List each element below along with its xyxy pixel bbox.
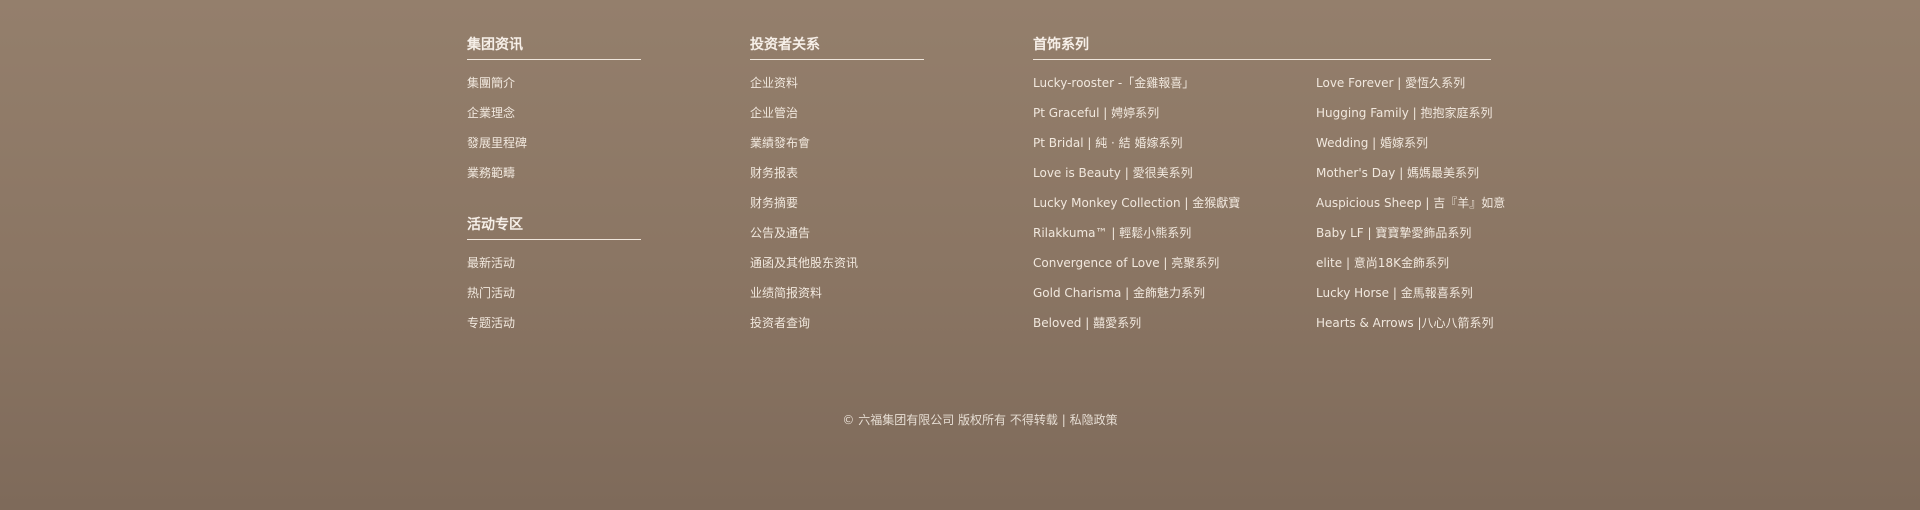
footer-link-milestones[interactable]: 發展里程碑 — [467, 136, 641, 166]
group-info-divider — [467, 59, 641, 60]
jewelry-series-column: 首饰系列 Lucky-rooster -「金雞報喜」 Pt Graceful |… — [1033, 36, 1505, 346]
footer-link-jewelry-series[interactable]: Wedding | 婚嫁系列 — [1316, 136, 1505, 166]
footer-link-jewelry-series[interactable]: Pt Graceful | 娉婷系列 — [1033, 106, 1316, 136]
footer-link-investor-enquiry[interactable]: 投资者查询 — [750, 316, 924, 346]
footer-link-jewelry-series[interactable]: Love is Beauty | 愛很美系列 — [1033, 166, 1316, 196]
footer-link-special-activities[interactable]: 专题活动 — [467, 316, 641, 346]
footer-link-jewelry-series[interactable]: Lucky-rooster -「金雞報喜」 — [1033, 76, 1316, 106]
footer-link-jewelry-series[interactable]: Baby LF | 寶寶摯愛飾品系列 — [1316, 226, 1505, 256]
footer-link-jewelry-series[interactable]: Pt Bridal | 純 · 結 婚嫁系列 — [1033, 136, 1316, 166]
footer-link-jewelry-series[interactable]: Hearts & Arrows |八心八箭系列 — [1316, 316, 1505, 346]
copyright-text: © 六福集团有限公司 版权所有 不得转载 — [842, 413, 1058, 427]
footer-link-jewelry-series[interactable]: Lucky Monkey Collection | 金猴獻寶 — [1033, 196, 1316, 226]
jewelry-series-links-right: Love Forever | 愛恆久系列 Hugging Family | 抱抱… — [1316, 76, 1505, 346]
footer-link-latest-activities[interactable]: 最新活动 — [467, 256, 641, 286]
privacy-policy-link[interactable]: 私隐政策 — [1070, 413, 1118, 427]
jewelry-series-links-left: Lucky-rooster -「金雞報喜」 Pt Graceful | 娉婷系列… — [1033, 76, 1316, 346]
footer-link-announcements[interactable]: 公告及通告 — [750, 226, 924, 256]
footer-link-jewelry-series[interactable]: Lucky Horse | 金馬報喜系列 — [1316, 286, 1505, 316]
footer-link-circulars[interactable]: 通函及其他股东资讯 — [750, 256, 924, 286]
footer-link-results-briefing[interactable]: 業績發布會 — [750, 136, 924, 166]
footer-link-corporate-info[interactable]: 企业资料 — [750, 76, 924, 106]
jewelry-series-title: 首饰系列 — [1033, 37, 1089, 53]
group-info-title: 集团资讯 — [467, 37, 523, 53]
footer-link-financial-statements[interactable]: 财务报表 — [750, 166, 924, 196]
footer-link-jewelry-series[interactable]: Beloved | 囍愛系列 — [1033, 316, 1316, 346]
footer-link-financial-summary[interactable]: 财务摘要 — [750, 196, 924, 226]
copyright-bar: © 六福集团有限公司 版权所有 不得转载 | 私隐政策 — [0, 411, 1920, 428]
activities-divider — [467, 239, 641, 240]
jewelry-series-lists: Lucky-rooster -「金雞報喜」 Pt Graceful | 娉婷系列… — [1033, 76, 1505, 346]
footer-link-jewelry-series[interactable]: Auspicious Sheep | 吉『羊』如意 — [1316, 196, 1505, 226]
footer-link-jewelry-series[interactable]: Gold Charisma | 金飾魅力系列 — [1033, 286, 1316, 316]
investor-relations-links: 企业资料 企业管治 業績發布會 财务报表 财务摘要 公告及通告 通函及其他股东资… — [750, 76, 924, 346]
footer-link-jewelry-series[interactable]: elite | 意尚18K金飾系列 — [1316, 256, 1505, 286]
footer-link-jewelry-series[interactable]: Love Forever | 愛恆久系列 — [1316, 76, 1505, 106]
footer-link-business-scope[interactable]: 業務範疇 — [467, 166, 641, 196]
footer-link-results-presentations[interactable]: 业绩简报资料 — [750, 286, 924, 316]
footer-link-corporate-philosophy[interactable]: 企業理念 — [467, 106, 641, 136]
footer-link-jewelry-series[interactable]: Hugging Family | 抱抱家庭系列 — [1316, 106, 1505, 136]
activities-links: 最新活动 热门活动 专题活动 — [467, 256, 641, 346]
footer-link-popular-activities[interactable]: 热门活动 — [467, 286, 641, 316]
group-info-links: 集團簡介 企業理念 發展里程碑 業務範疇 — [467, 76, 641, 196]
copyright-separator: | — [1061, 413, 1066, 427]
investor-relations-divider — [750, 59, 924, 60]
activities-title: 活动专区 — [467, 217, 523, 233]
footer-link-group-profile[interactable]: 集團簡介 — [467, 76, 641, 106]
jewelry-series-divider — [1033, 59, 1491, 60]
group-info-column: 集团资讯 集團簡介 企業理念 發展里程碑 業務範疇 活动专区 最新活动 热门活动… — [467, 36, 641, 346]
investor-relations-column: 投资者关系 企业资料 企业管治 業績發布會 财务报表 财务摘要 公告及通告 通函… — [750, 36, 924, 346]
activities-section: 活动专区 最新活动 热门活动 专题活动 — [467, 216, 641, 346]
investor-relations-title: 投资者关系 — [750, 37, 820, 53]
footer-link-corporate-governance[interactable]: 企业管治 — [750, 106, 924, 136]
footer-link-jewelry-series[interactable]: Rilakkuma™ | 輕鬆小熊系列 — [1033, 226, 1316, 256]
footer-link-jewelry-series[interactable]: Convergence of Love | 亮聚系列 — [1033, 256, 1316, 286]
footer-link-jewelry-series[interactable]: Mother's Day | 媽媽最美系列 — [1316, 166, 1505, 196]
